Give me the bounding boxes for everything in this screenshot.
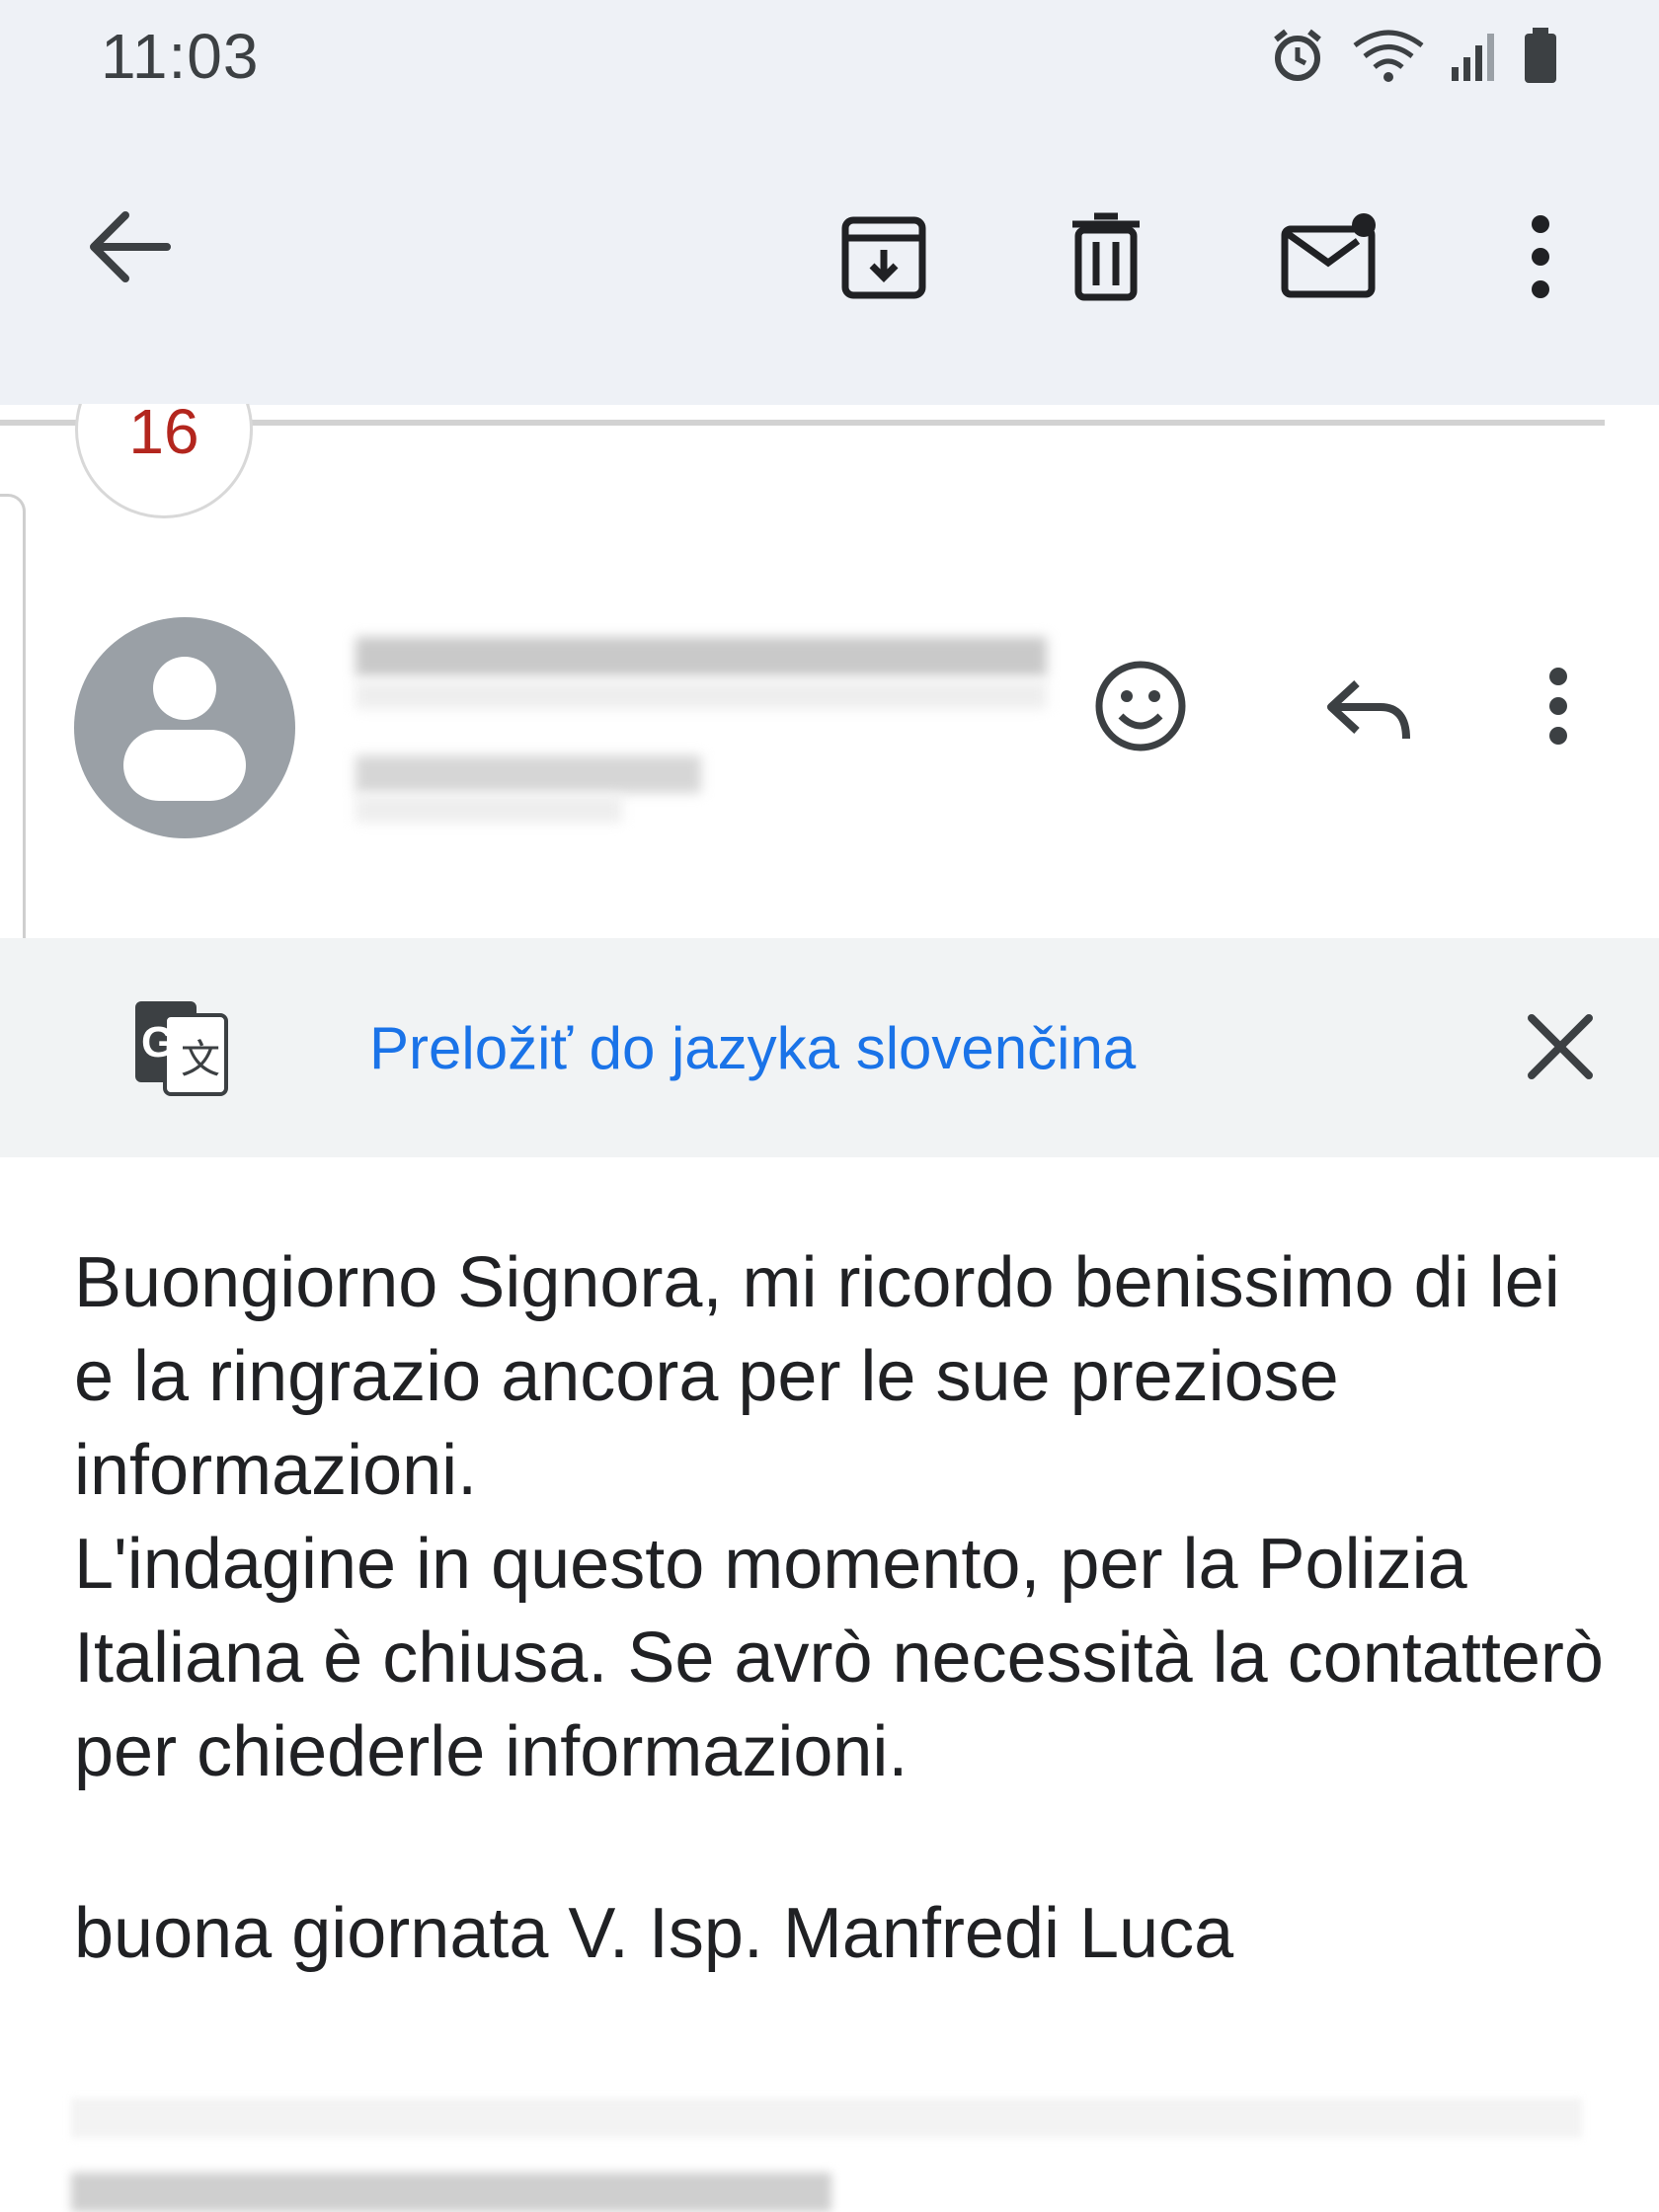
more-vert-icon[interactable]	[1511, 207, 1570, 306]
recipient-redacted[interactable]	[356, 755, 701, 793]
svg-text:文: 文	[181, 1038, 220, 1081]
back-arrow-icon[interactable]	[79, 207, 178, 286]
sender-name-redacted[interactable]	[356, 637, 1047, 676]
svg-text:G: G	[141, 1018, 175, 1066]
quoted-text-redacted	[71, 2172, 831, 2212]
translate-banner: G文 Preložiť do jazyka slovenčina	[0, 938, 1659, 1157]
status-time: 11:03	[101, 21, 260, 92]
trash-icon[interactable]	[1057, 212, 1155, 301]
message-paragraph: Buongiorno Signora, mi ricordo benissimo…	[74, 1243, 1560, 1510]
status-icons	[1268, 26, 1560, 90]
battery-icon	[1521, 26, 1560, 90]
person-icon	[153, 657, 216, 720]
status-bar: 11:03	[0, 0, 1659, 118]
archive-icon[interactable]	[834, 212, 933, 301]
emoji-react-icon[interactable]	[1091, 657, 1190, 755]
translate-link[interactable]: Preložiť do jazyka slovenčina	[369, 1014, 1136, 1082]
message-paragraph: L'indagine in questo momento, per la Pol…	[74, 1525, 1604, 1791]
signal-icon	[1450, 26, 1499, 90]
mark-unread-icon[interactable]	[1274, 209, 1382, 303]
collapsed-messages-count[interactable]: 16	[75, 395, 253, 468]
wifi-icon	[1349, 26, 1428, 90]
quoted-text-redacted	[71, 2098, 1582, 2138]
sender-avatar[interactable]	[74, 617, 295, 838]
email-toolbar	[0, 118, 1659, 405]
alarm-icon	[1268, 26, 1327, 90]
google-translate-icon: G文	[133, 999, 232, 1098]
message-signature: buona giornata V. Isp. Manfredi Luca	[74, 1894, 1234, 1973]
close-icon[interactable]	[1521, 1007, 1600, 1086]
more-vert-icon[interactable]	[1529, 657, 1588, 755]
reply-icon[interactable]	[1318, 672, 1417, 750]
message-body: Buongiorno Signora, mi ricordo benissimo…	[74, 1236, 1615, 1799]
